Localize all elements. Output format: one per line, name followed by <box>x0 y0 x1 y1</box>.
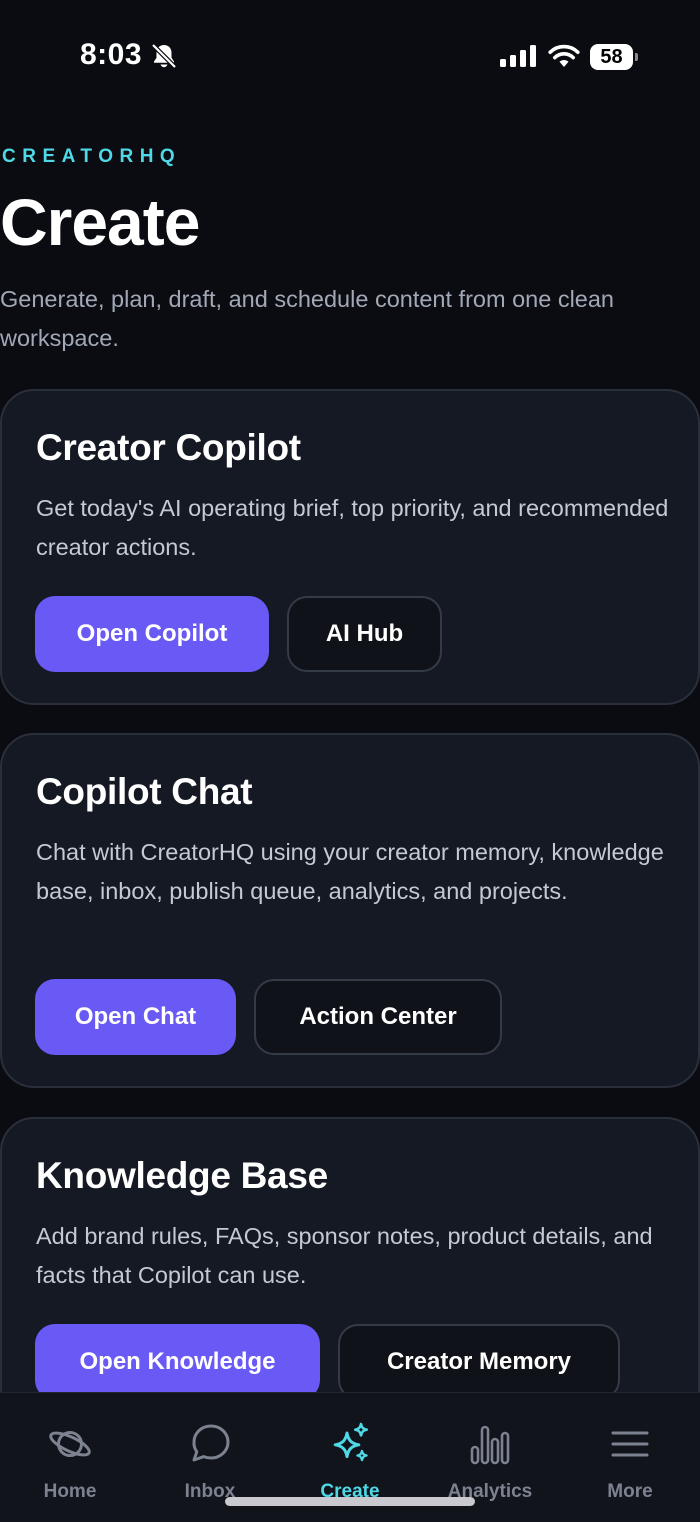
status-time: 8:03 <box>80 38 143 71</box>
menu-icon <box>611 1431 649 1457</box>
status-bar: 8:03 58 <box>0 0 700 110</box>
bell-slash-icon <box>151 43 177 69</box>
create-screen: 8:03 58 CREATORHQ Create Generate, plan,… <box>0 0 700 1522</box>
page-title: Create <box>0 185 200 259</box>
battery-percent: 58 <box>590 44 633 70</box>
battery-cap <box>635 53 638 61</box>
tab-home[interactable]: Home <box>0 1393 140 1522</box>
brand-label: CREATORHQ <box>2 146 182 167</box>
open-chat-button[interactable]: Open Chat <box>35 979 236 1055</box>
creator-memory-button[interactable]: Creator Memory <box>338 1324 620 1400</box>
card-title: Knowledge Base <box>36 1155 328 1196</box>
tab-label: More <box>607 1481 653 1502</box>
card-title: Copilot Chat <box>36 771 253 812</box>
action-center-button[interactable]: Action Center <box>254 979 502 1055</box>
open-knowledge-button[interactable]: Open Knowledge <box>35 1324 320 1400</box>
card-description: Add brand rules, FAQs, sponsor notes, pr… <box>36 1223 653 1288</box>
wifi-icon <box>548 44 580 67</box>
ai-hub-button[interactable]: AI Hub <box>287 596 442 672</box>
cellular-signal-icon <box>500 45 536 67</box>
tab-label: Home <box>43 1481 97 1502</box>
bar-chart-icon <box>470 1425 510 1465</box>
card-description: Get today's AI operating brief, top prio… <box>36 495 669 560</box>
card-description: Chat with CreatorHQ using your creator m… <box>36 839 664 904</box>
open-copilot-button[interactable]: Open Copilot <box>35 596 269 672</box>
tab-more[interactable]: More <box>560 1393 700 1522</box>
battery-icon: 58 <box>590 44 638 70</box>
chat-bubble-icon <box>192 1424 230 1462</box>
page-subtitle: Generate, plan, draft, and schedule cont… <box>0 286 615 351</box>
creator-copilot-card: Creator Copilot Get today's AI operating… <box>0 389 700 705</box>
sparkles-icon <box>333 1422 368 1462</box>
home-indicator[interactable] <box>225 1497 475 1506</box>
copilot-chat-card: Copilot Chat Chat with CreatorHQ using y… <box>0 733 700 1088</box>
card-title: Creator Copilot <box>36 427 301 468</box>
planet-icon <box>49 1431 91 1457</box>
